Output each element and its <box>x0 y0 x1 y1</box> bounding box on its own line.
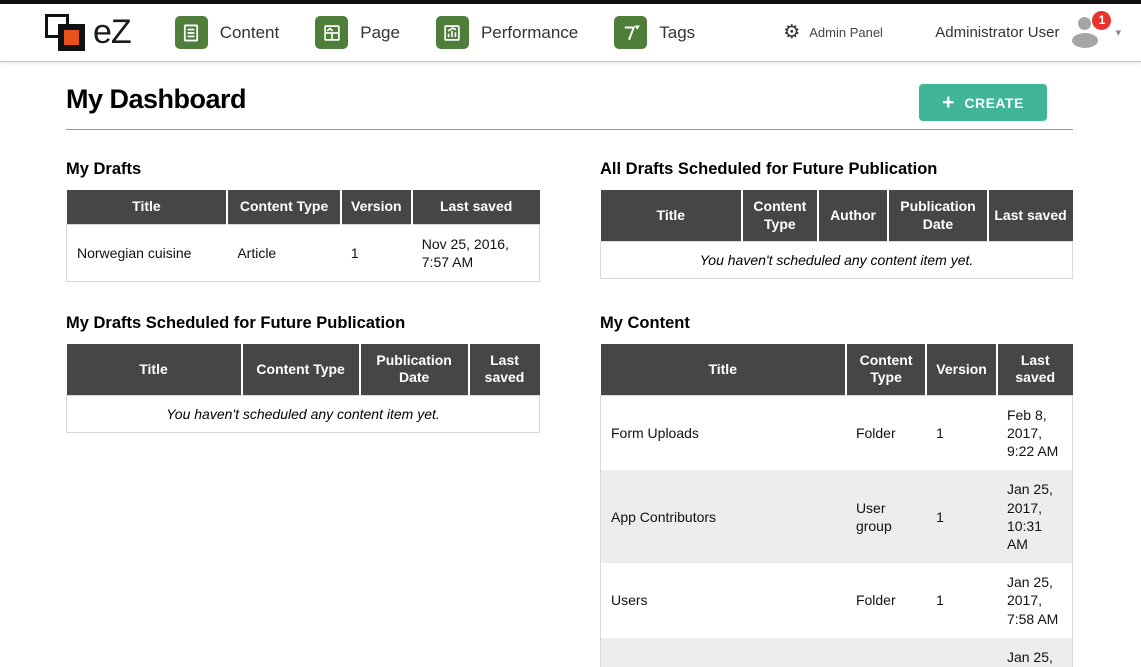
column-header: Content Type <box>846 344 926 396</box>
cell-version: 1 <box>926 395 997 470</box>
ez-logo[interactable]: eZ <box>45 12 131 54</box>
notification-badge[interactable]: 1 <box>1092 11 1111 30</box>
table-row[interactable]: App Contributors User group 1 Jan 25, 20… <box>601 470 1073 563</box>
content-icon <box>175 16 208 49</box>
column-header: Title <box>67 190 228 224</box>
table-row[interactable]: App Folder 1 Jan 25, 2017, 7:55 AM <box>601 638 1073 667</box>
section-my-drafts-scheduled: My Drafts Scheduled for Future Publicati… <box>66 314 540 667</box>
main-nav: Content Page <box>175 16 696 49</box>
cell-version: 1 <box>926 470 997 563</box>
column-header: Content Type <box>227 190 341 224</box>
page-icon <box>315 16 348 49</box>
section-title-my-drafts-scheduled: My Drafts Scheduled for Future Publicati… <box>66 314 540 333</box>
cell-last-saved: Nov 25, 2016, 7:57 AM <box>412 224 540 281</box>
column-header: Publication Date <box>360 344 469 396</box>
cell-last-saved: Feb 8, 2017, 9:22 AM <box>997 395 1073 470</box>
title-row: My Dashboard + CREATE <box>66 84 1073 130</box>
cell-title: Users <box>601 563 846 638</box>
column-header: Content Type <box>242 344 360 396</box>
cell-version: 1 <box>926 563 997 638</box>
column-header: Last saved <box>412 190 540 224</box>
nav-item-page[interactable]: Page <box>315 16 400 49</box>
avatar-icon <box>1078 17 1091 30</box>
cell-version: 1 <box>341 224 412 281</box>
section-title-all-drafts-scheduled: All Drafts Scheduled for Future Publicat… <box>600 160 1073 179</box>
nav-item-content[interactable]: Content <box>175 16 280 49</box>
nav-item-performance[interactable]: Performance <box>436 16 578 49</box>
admin-panel-label: Admin Panel <box>809 25 883 40</box>
cell-last-saved: Jan 25, 2017, 10:31 AM <box>997 470 1073 563</box>
gear-icon: ⚙ <box>783 23 800 42</box>
column-header: Title <box>67 344 242 396</box>
ez-logo-icon <box>45 12 89 54</box>
cell-last-saved: Jan 25, 2017, 7:58 AM <box>997 563 1073 638</box>
plus-icon: + <box>942 92 954 113</box>
column-header: Last saved <box>997 344 1073 396</box>
table-row[interactable]: Norwegian cuisine Article 1 Nov 25, 2016… <box>67 224 540 281</box>
nav-label-page: Page <box>360 23 400 43</box>
cell-title: App Contributors <box>601 470 846 563</box>
table-row[interactable]: Form Uploads Folder 1 Feb 8, 2017, 9:22 … <box>601 395 1073 470</box>
user-avatar[interactable]: 1 <box>1069 17 1105 49</box>
cell-content-type: Folder <box>846 638 926 667</box>
cell-last-saved: Jan 25, 2017, 7:55 AM <box>997 638 1073 667</box>
column-header: Content Type <box>742 190 818 242</box>
cell-title: Norwegian cuisine <box>67 224 228 281</box>
empty-message: You haven't scheduled any content item y… <box>67 395 540 432</box>
column-header: Author <box>818 190 889 242</box>
my-content-table: Title Content Type Version Last saved Fo… <box>600 344 1073 667</box>
cell-content-type: User group <box>846 470 926 563</box>
cell-title: Form Uploads <box>601 395 846 470</box>
cell-content-type: Folder <box>846 395 926 470</box>
section-all-drafts-scheduled: All Drafts Scheduled for Future Publicat… <box>600 160 1073 282</box>
cell-content-type: Folder <box>846 563 926 638</box>
column-header: Publication Date <box>888 190 987 242</box>
empty-row: You haven't scheduled any content item y… <box>601 242 1073 279</box>
column-header: Version <box>341 190 412 224</box>
header: eZ Content Pag <box>0 4 1141 62</box>
column-header: Last saved <box>988 190 1073 242</box>
my-drafts-table: Title Content Type Version Last saved No… <box>66 190 540 282</box>
section-my-content: My Content Title Content Type Version La… <box>600 314 1073 667</box>
user-name: Administrator User <box>935 24 1059 41</box>
column-header: Title <box>601 344 846 396</box>
admin-panel-button[interactable]: ⚙ Admin Panel <box>783 23 883 42</box>
all-drafts-scheduled-table: Title Content Type Author Publication Da… <box>600 190 1073 279</box>
dashboard-grid: My Drafts Title Content Type Version Las… <box>66 160 1073 667</box>
dashboard-content: My Dashboard + CREATE My Drafts Title Co… <box>0 62 1141 667</box>
create-button[interactable]: + CREATE <box>919 84 1047 121</box>
section-my-drafts: My Drafts Title Content Type Version Las… <box>66 160 540 282</box>
chevron-down-icon[interactable]: ▾ <box>1115 26 1121 39</box>
tags-icon <box>614 16 647 49</box>
cell-title: App <box>601 638 846 667</box>
column-header: Title <box>601 190 743 242</box>
nav-label-tags: Tags <box>659 23 695 43</box>
cell-content-type: Article <box>227 224 341 281</box>
nav-item-tags[interactable]: Tags <box>614 16 695 49</box>
ez-logo-text: eZ <box>93 13 131 52</box>
cell-version: 1 <box>926 638 997 667</box>
empty-message: You haven't scheduled any content item y… <box>601 242 1073 279</box>
nav-label-content: Content <box>220 23 280 43</box>
empty-row: You haven't scheduled any content item y… <box>67 395 540 432</box>
nav-label-performance: Performance <box>481 23 578 43</box>
performance-icon <box>436 16 469 49</box>
table-row[interactable]: Users Folder 1 Jan 25, 2017, 7:58 AM <box>601 563 1073 638</box>
column-header: Version <box>926 344 997 396</box>
column-header: Last saved <box>469 344 540 396</box>
user-area: Administrator User 1 ▾ <box>935 17 1121 49</box>
section-title-my-drafts: My Drafts <box>66 160 540 179</box>
my-drafts-scheduled-table: Title Content Type Publication Date Last… <box>66 344 540 433</box>
section-title-my-content: My Content <box>600 314 1073 333</box>
